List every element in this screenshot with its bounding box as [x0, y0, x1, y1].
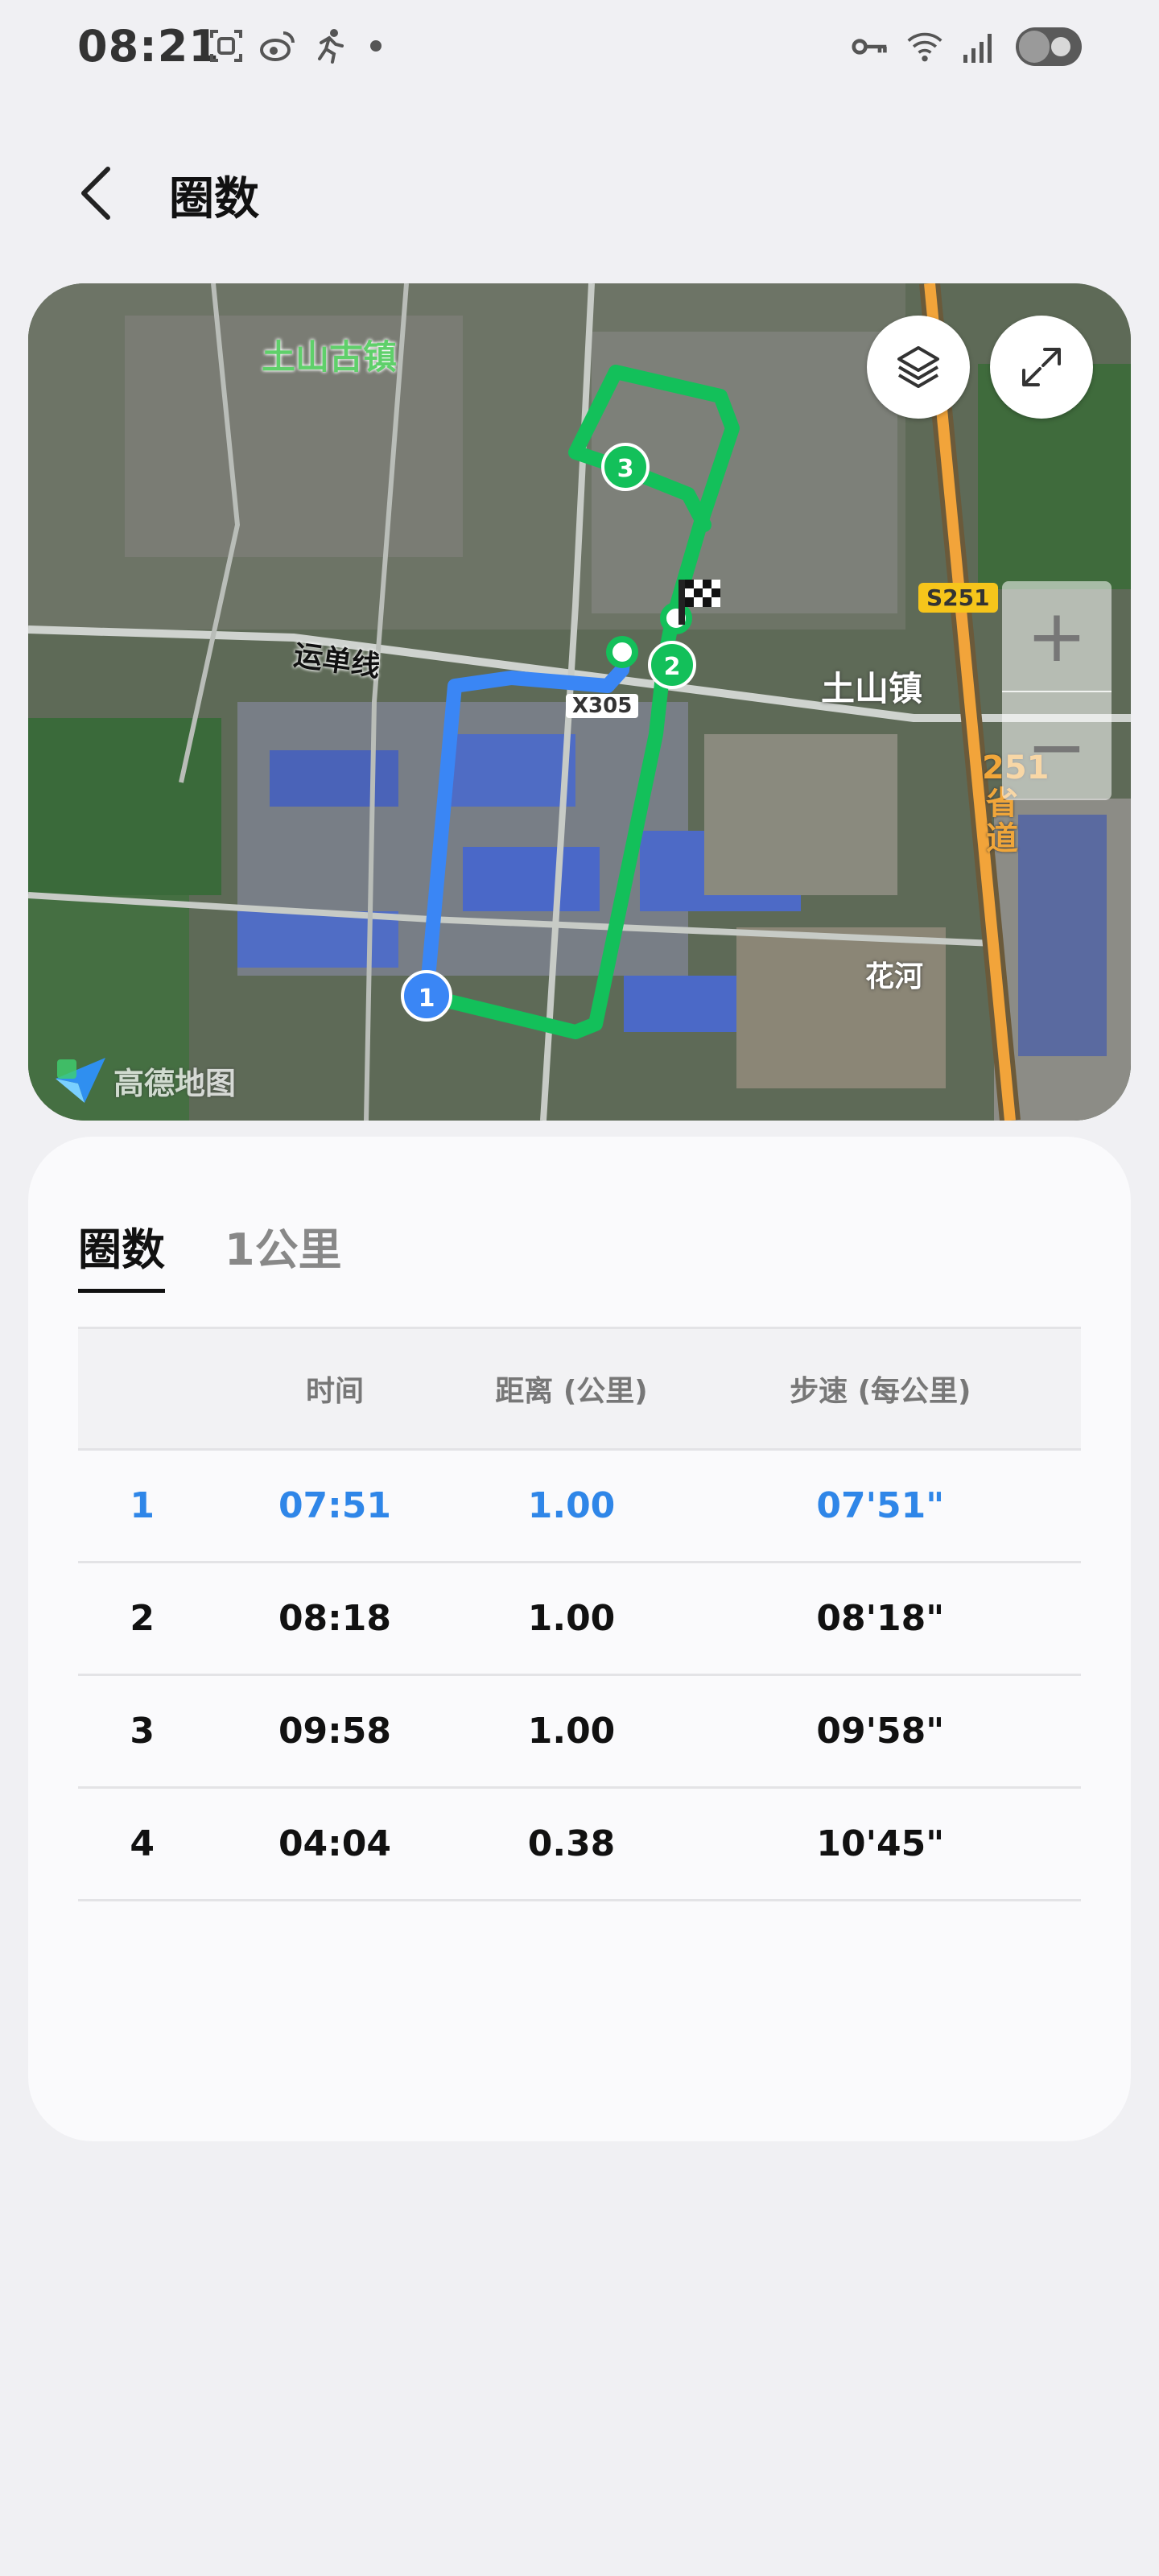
lap-number: 4	[130, 1823, 155, 1864]
lap-time: 07:51	[278, 1485, 391, 1526]
screenshot-icon	[208, 27, 245, 64]
key-icon	[852, 28, 889, 65]
page-title: 圈数	[169, 173, 259, 225]
zoom-in-button[interactable]: +	[1002, 581, 1112, 691]
table-header: 时间 距离 (公里) 步速 (每公里)	[78, 1327, 1081, 1451]
page-header: 圈数	[0, 145, 1159, 242]
layers-icon	[897, 346, 939, 388]
table-row[interactable]: 1 07:51 1.00 07'51"	[78, 1451, 1081, 1563]
header-time: 时间	[305, 1375, 364, 1408]
tab-1km[interactable]: 1公里	[225, 1214, 342, 1293]
table-row[interactable]: 2 08:18 1.00 08'18"	[78, 1563, 1081, 1676]
map-label-old-town: 土山古镇	[262, 337, 398, 377]
amap-logo-text: 高德地图	[113, 1065, 237, 1101]
lap-distance: 0.38	[527, 1823, 616, 1864]
wifi-icon	[906, 28, 943, 65]
status-time: 08:21	[77, 21, 220, 72]
weibo-icon	[259, 27, 296, 64]
lap-number: 3	[130, 1711, 155, 1752]
laps-table: 时间 距离 (公里) 步速 (每公里) 1 07:51 1.00 07'51" …	[78, 1327, 1081, 1901]
lap-distance: 1.00	[527, 1485, 616, 1526]
running-icon	[311, 27, 348, 64]
status-bar: 08:21	[0, 0, 1159, 97]
lap-pace: 10'45"	[816, 1823, 945, 1864]
lap-number: 2	[130, 1598, 155, 1639]
table-row[interactable]: 3 09:58 1.00 09'58"	[78, 1676, 1081, 1789]
lap-time: 04:04	[278, 1823, 391, 1864]
km-marker-3-label: 3	[617, 455, 634, 483]
signal-icon	[961, 28, 998, 65]
km-marker-1-label: 1	[419, 985, 435, 1013]
map-label-town: 土山镇	[821, 669, 923, 708]
back-chevron-icon	[81, 167, 110, 220]
map-fullscreen-button[interactable]	[990, 316, 1093, 419]
fullscreen-icon	[1022, 348, 1061, 386]
notification-dot	[370, 40, 382, 52]
zoom-out-button[interactable]: −	[1002, 692, 1112, 802]
route-map[interactable]: 1 2 3 土山古镇 运单线 土山镇 花河 S251 X305 251省道 高德…	[28, 283, 1131, 1121]
table-row[interactable]: 4 04:04 0.38 10'45"	[78, 1789, 1081, 1901]
amap-logo: 高德地图	[52, 1055, 236, 1106]
km-marker-1[interactable]: 1	[401, 970, 452, 1022]
lap-time: 08:18	[278, 1598, 391, 1639]
map-layers-button[interactable]	[867, 316, 970, 419]
amap-logo-icon	[56, 1058, 105, 1103]
tab-laps[interactable]: 圈数	[78, 1214, 165, 1293]
road-badge-s251: S251	[918, 583, 998, 613]
lap-distance: 1.00	[527, 1711, 616, 1752]
header-pace: 步速 (每公里)	[790, 1375, 971, 1408]
lap-number: 1	[130, 1485, 155, 1526]
laps-tabs: 圈数 1公里	[78, 1214, 342, 1293]
status-right-icons	[852, 27, 1082, 66]
lap-pace: 09'58"	[816, 1711, 945, 1752]
lap-time: 09:58	[278, 1711, 391, 1752]
road-badge-x305: X305	[566, 694, 639, 718]
laps-card: 圈数 1公里 时间 距离 (公里) 步速 (每公里) 1 07:51 1.00 …	[28, 1137, 1131, 2141]
lap-distance: 1.00	[527, 1598, 616, 1639]
km-marker-3[interactable]: 3	[601, 443, 650, 491]
km-marker-2-label: 2	[664, 653, 681, 681]
back-button[interactable]	[64, 161, 129, 225]
map-label-river: 花河	[865, 960, 924, 993]
header-distance: 距离 (公里)	[495, 1375, 648, 1408]
km-marker-2[interactable]: 2	[648, 641, 696, 689]
lap-pace: 08'18"	[816, 1598, 945, 1639]
status-left-icons	[208, 27, 382, 64]
battery-icon	[1016, 27, 1082, 66]
zoom-controls: + −	[1002, 581, 1112, 800]
lap-pace: 07'51"	[816, 1485, 945, 1526]
